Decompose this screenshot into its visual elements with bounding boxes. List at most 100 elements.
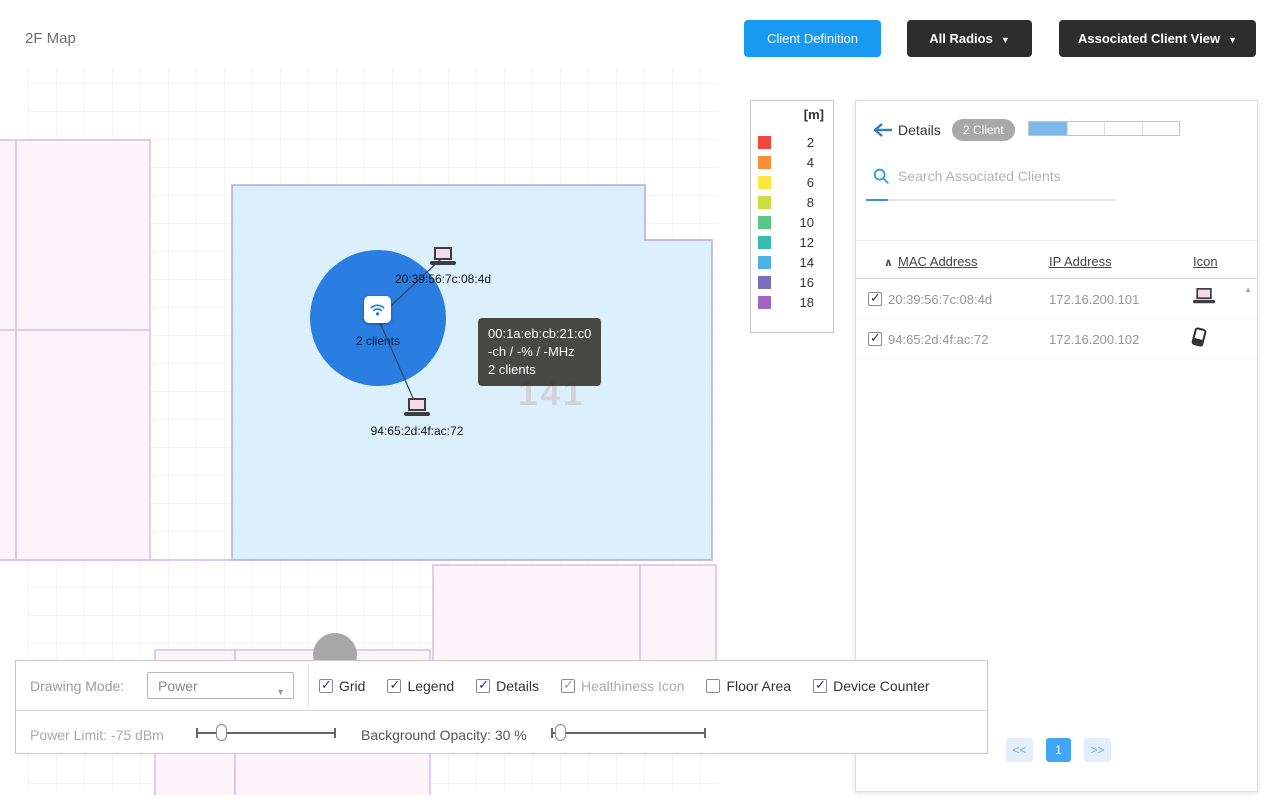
tooltip-radio-info: -ch / -% / -MHz <box>488 343 591 361</box>
progress-separator <box>1142 122 1143 135</box>
legend-swatch-icon <box>758 136 771 149</box>
legend-value: 18 <box>771 295 833 310</box>
legend-value: 4 <box>771 155 833 170</box>
table-row[interactable]: 20:39:56:7c:08:4d 172.16.200.101 <box>856 279 1257 319</box>
legend-swatch-icon <box>758 256 771 269</box>
selected-floor-area[interactable] <box>232 185 712 560</box>
checkbox-label: Legend <box>407 678 454 694</box>
toolbar-checkbox-healthiness-icon[interactable]: Healthiness Icon <box>561 678 685 694</box>
progress-separator <box>1067 122 1068 135</box>
background-opacity-slider[interactable] <box>551 723 706 743</box>
wireless-map-page: 2F Map Client Definition All Radios Asso… <box>0 0 1269 810</box>
slider-thumb[interactable] <box>216 724 227 741</box>
checkbox-icon[interactable] <box>476 679 490 693</box>
power-limit-label: Power Limit: -75 dBm <box>30 727 164 743</box>
arrow-left-icon <box>870 120 894 140</box>
ap-details-tooltip: 00:1a:eb:cb:21:c0 -ch / -% / -MHz 2 clie… <box>478 318 601 386</box>
legend-swatch-icon <box>758 176 771 189</box>
legend-entry: 12 <box>751 232 833 252</box>
divider <box>16 710 987 711</box>
search-icon <box>872 167 890 190</box>
pagination-last-button[interactable]: >> <box>1084 738 1111 762</box>
progress-separator <box>1104 122 1105 135</box>
slider-tick <box>551 728 553 738</box>
button-label: Client Definition <box>767 31 858 46</box>
toolbar-checkboxes: Grid Legend Details Healthiness Icon Floor A… <box>319 661 930 710</box>
legend-value: 10 <box>771 215 833 230</box>
scrollbar-up-icon[interactable] <box>1244 285 1252 294</box>
column-header-mac[interactable]: MAC Address <box>898 254 977 269</box>
legend-value: 16 <box>771 275 833 290</box>
table-row[interactable]: 94:65:2d:4f:ac:72 172.16.200.102 <box>856 319 1257 359</box>
client-definition-button[interactable]: Client Definition <box>744 20 881 57</box>
map-options-toolbar: Drawing Mode: Power Grid Legend Details Hea… <box>15 660 988 754</box>
power-limit-slider[interactable] <box>196 723 336 743</box>
toolbar-checkbox-legend[interactable]: Legend <box>387 678 454 694</box>
client-marker[interactable] <box>404 398 430 422</box>
checkbox-icon[interactable] <box>319 679 333 693</box>
tooltip-client-count: 2 clients <box>488 361 591 379</box>
row-checkbox[interactable] <box>868 292 882 306</box>
search-underline <box>866 199 1116 201</box>
column-header-icon[interactable]: Icon <box>1193 254 1218 269</box>
legend-swatch-icon <box>758 156 771 169</box>
legend-entry: 14 <box>751 252 833 272</box>
client-mac-label: 20:39:56:7c:08:4d <box>383 272 503 286</box>
laptop-icon <box>430 247 456 266</box>
toolbar-checkbox-details[interactable]: Details <box>476 678 539 694</box>
row-checkbox[interactable] <box>868 332 882 346</box>
ap-client-count-label: 2 clients <box>336 334 420 348</box>
access-point-marker[interactable] <box>364 296 391 323</box>
search-input[interactable] <box>898 163 1133 189</box>
legend-value: 6 <box>771 175 833 190</box>
pagination-page-1[interactable]: 1 <box>1046 738 1071 762</box>
chevron-down-icon <box>1228 31 1237 46</box>
client-mac-label: 94:65:2d:4f:ac:72 <box>357 424 477 438</box>
legend-entry: 16 <box>751 272 833 292</box>
button-label: Associated Client View <box>1078 31 1220 46</box>
associated-client-view-dropdown[interactable]: Associated Client View <box>1059 20 1256 57</box>
sort-ascending-icon[interactable] <box>884 256 893 269</box>
chevron-down-icon <box>1001 31 1010 46</box>
legend-entry: 6 <box>751 172 833 192</box>
all-radios-dropdown[interactable]: All Radios <box>907 20 1032 57</box>
legend-swatch-icon <box>758 216 771 229</box>
checkbox-icon[interactable] <box>387 679 401 693</box>
legend-swatch-icon <box>758 196 771 209</box>
drawing-mode-label: Drawing Mode: <box>30 678 124 694</box>
client-mac: 20:39:56:7c:08:4d <box>888 292 992 307</box>
legend-entries: 2 4 6 8 10 1214 16 18 <box>751 132 833 312</box>
legend-entry: 4 <box>751 152 833 172</box>
client-ip: 172.16.200.102 <box>1049 332 1139 347</box>
drawing-mode-select[interactable]: Power <box>147 672 294 699</box>
column-header-ip[interactable]: IP Address <box>1049 254 1112 269</box>
back-button[interactable] <box>868 120 896 142</box>
checkbox-label: Details <box>496 678 539 694</box>
checkbox-icon[interactable] <box>706 679 720 693</box>
legend-entry: 18 <box>751 292 833 312</box>
legend-value: 8 <box>771 195 833 210</box>
progress-fill <box>1029 122 1067 135</box>
progress-bar <box>1028 121 1180 136</box>
checkbox-icon[interactable] <box>561 679 575 693</box>
client-mac: 94:65:2d:4f:ac:72 <box>888 332 988 347</box>
toolbar-checkbox-grid[interactable]: Grid <box>319 678 365 694</box>
legend-entry: 2 <box>751 132 833 152</box>
smartphone-icon <box>1193 328 1205 351</box>
checkbox-icon[interactable] <box>813 679 827 693</box>
toolbar-checkbox-device-counter[interactable]: Device Counter <box>813 678 930 694</box>
background-opacity-label: Background Opacity: 30 % <box>361 727 527 743</box>
tooltip-mac: 00:1a:eb:cb:21:c0 <box>488 325 591 343</box>
legend-entry: 8 <box>751 192 833 212</box>
slider-thumb[interactable] <box>555 724 566 741</box>
client-count-badge: 2 Client <box>952 119 1015 141</box>
toolbar-checkbox-floor-area[interactable]: Floor Area <box>706 678 791 694</box>
divider <box>856 240 1257 241</box>
legend-swatch-icon <box>758 276 771 289</box>
wifi-icon <box>368 300 387 319</box>
client-marker[interactable] <box>430 247 456 271</box>
search-underline-accent <box>866 199 888 201</box>
distance-legend: [m] 24681012141618 <box>750 100 834 333</box>
button-label: All Radios <box>929 31 993 46</box>
pagination-first-button[interactable]: << <box>1006 738 1033 762</box>
